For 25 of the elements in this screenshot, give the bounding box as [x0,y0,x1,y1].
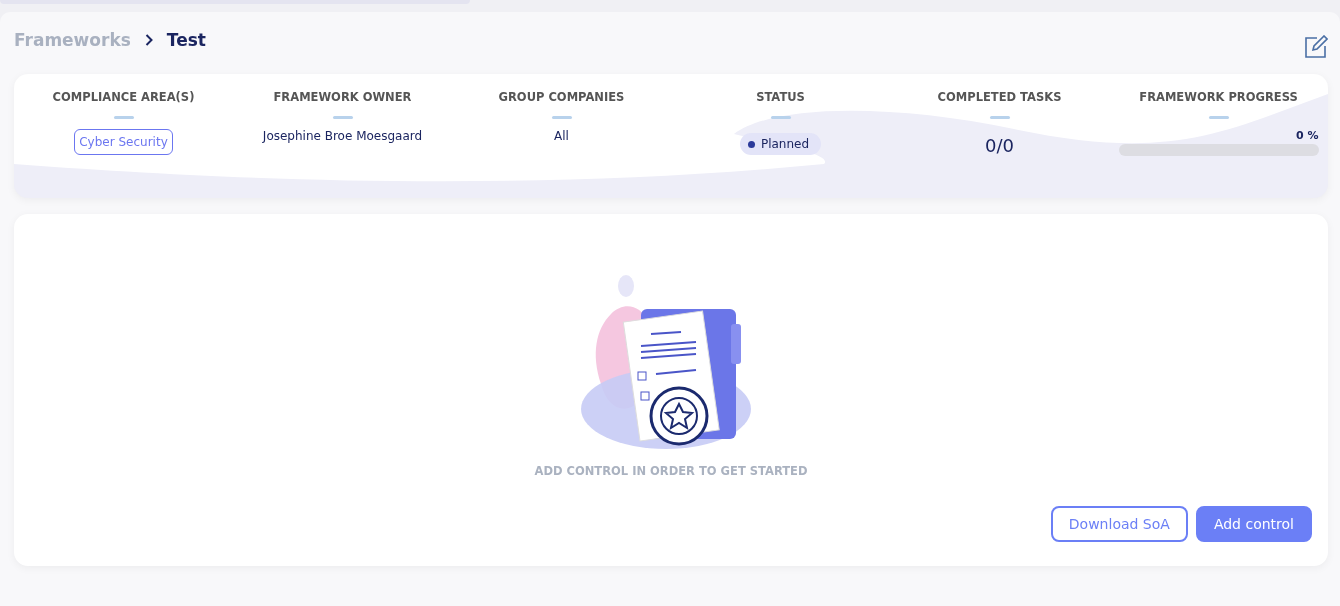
progress-percent: 0 % [1296,129,1319,142]
column-heading: COMPLETED TASKS [937,90,1062,104]
column-heading: FRAMEWORK OWNER [273,90,412,104]
heading-underline [113,116,134,119]
task-count: 0/0 [985,135,1014,156]
breadcrumb-link[interactable]: Frameworks [14,30,131,50]
heading-underline [770,116,791,119]
heading-underline [1208,116,1229,119]
compliance-tag: Cyber Security [74,129,173,155]
chevron-icon [144,34,153,46]
column-heading: STATUS [756,90,805,104]
edit-icon[interactable] [1304,35,1328,59]
download-button[interactable]: Download SoA [1050,506,1188,542]
breadcrumb-link[interactable]: Test [166,30,206,50]
column-heading: COMPLIANCE AREA(S) [52,90,195,104]
column-heading: GROUP COMPANIES [498,90,625,104]
status-label: Planned [760,137,810,151]
column-heading: FRAMEWORK PROGRESS [1139,90,1298,104]
heading-underline [989,116,1010,119]
heading-underline [551,116,572,119]
summary-value: All [554,129,569,143]
summary-value: Josephine Broe Moesgaard [262,129,423,143]
heading-underline [332,116,353,119]
empty-state-message: ADD CONTROL IN ORDER TO GET STARTED [534,464,808,478]
add-button[interactable]: Add control [1195,506,1312,542]
